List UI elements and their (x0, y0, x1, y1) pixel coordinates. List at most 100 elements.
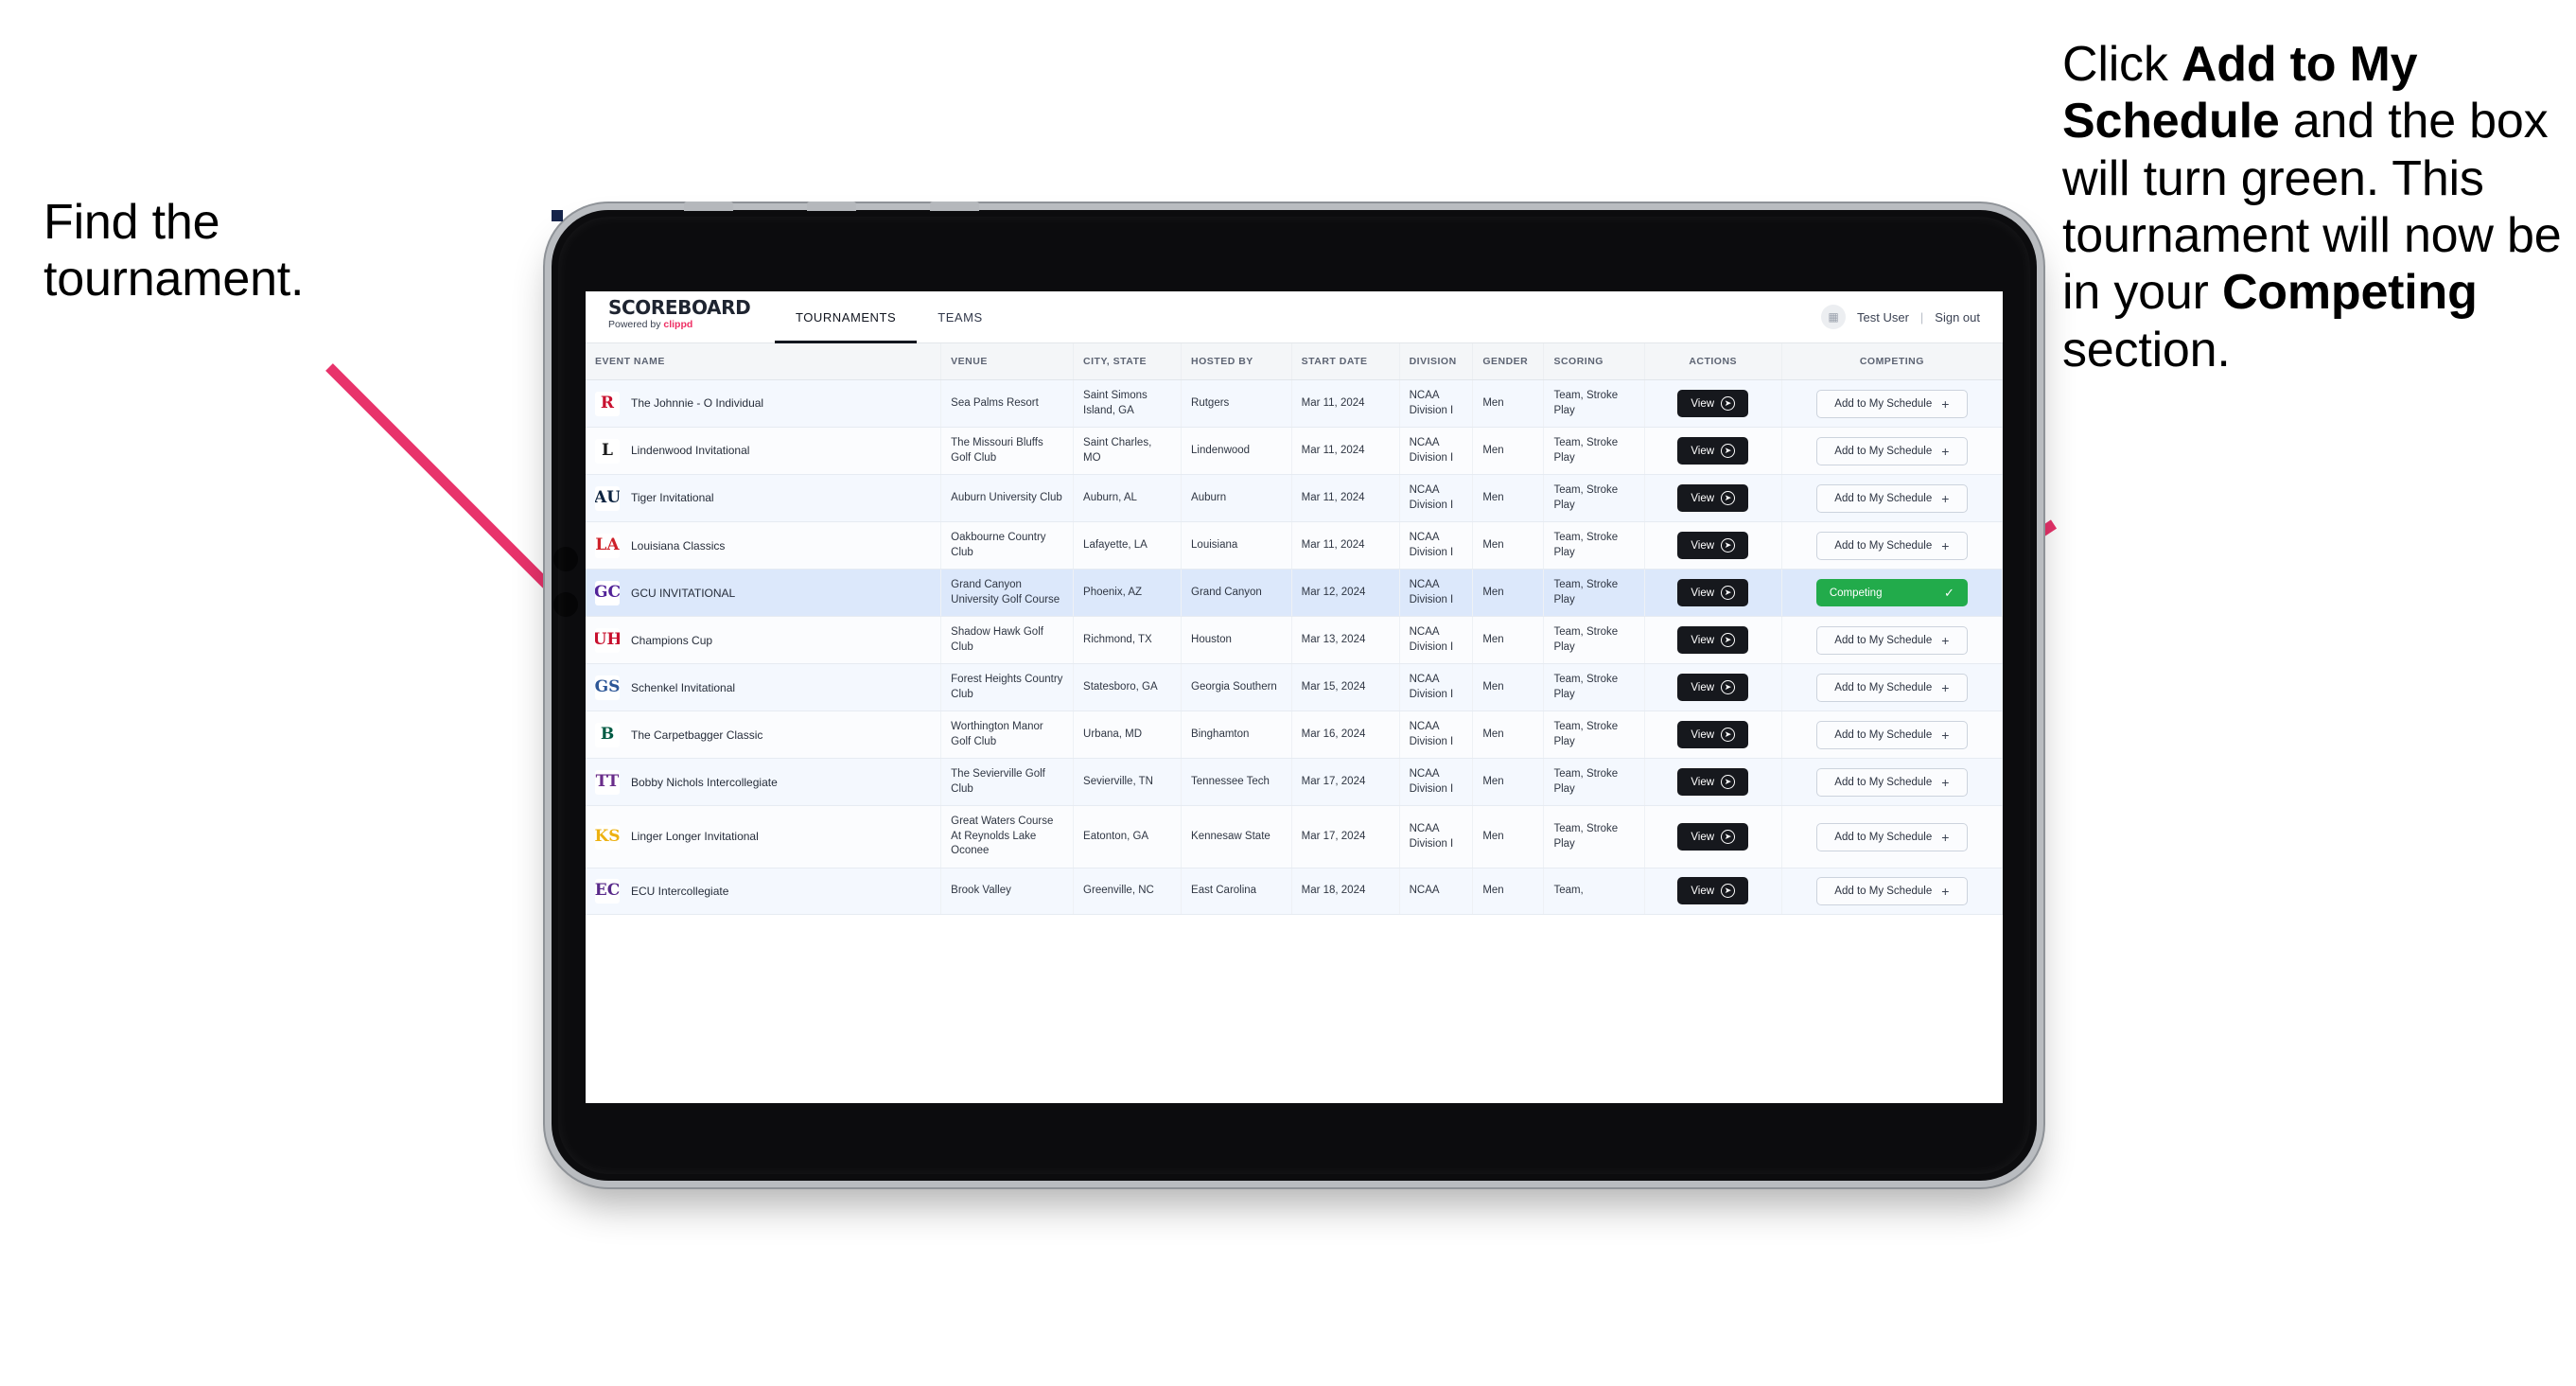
user-tile-icon[interactable]: ▦ (1821, 305, 1846, 329)
view-button[interactable]: View ➤ (1677, 626, 1749, 655)
cell-venue: The Missouri Bluffs Golf Club (940, 427, 1075, 476)
table-row[interactable]: AU Tiger Invitational Auburn University Cl… (586, 474, 2003, 523)
col-actions[interactable]: ACTIONS (1644, 343, 1782, 380)
cell-gender: Men (1472, 427, 1545, 476)
cell-division: NCAA Division I (1399, 758, 1474, 807)
col-start-date[interactable]: START DATE (1291, 343, 1400, 380)
cell-start-date: Mar 13, 2024 (1291, 616, 1400, 665)
cell-event-name: UH Champions Cup (586, 616, 942, 665)
cell-actions: View ➤ (1644, 711, 1782, 760)
cell-hosted-by: Tennessee Tech (1181, 758, 1292, 807)
add-to-my-schedule-button[interactable]: Add to My Schedule + (1815, 767, 1968, 797)
table-row[interactable]: GS Schenkel Invitational Forest Heights Co… (586, 663, 2003, 712)
tab-tournaments[interactable]: TOURNAMENTS (775, 291, 918, 343)
table-row[interactable]: L Lindenwood Invitational The Missouri Blu… (586, 427, 2003, 476)
col-event-name[interactable]: EVENT NAME (586, 343, 942, 380)
table-row[interactable]: R The Johnnie - O Individual Sea Palms Res… (586, 379, 2003, 429)
arrow-right-circle-icon: ➤ (1721, 633, 1736, 648)
brand-logo[interactable]: SCOREBOARD Powered by clippd (586, 291, 775, 342)
arrow-right-circle-icon: ➤ (1721, 884, 1736, 899)
add-to-my-schedule-button[interactable]: Add to My Schedule + (1815, 483, 1968, 513)
table-row[interactable]: KS Linger Longer Invitational Great Waters… (586, 805, 2003, 868)
cell-gender: Men (1472, 805, 1545, 868)
team-logo-icon: KS (595, 824, 620, 850)
cell-actions: View ➤ (1644, 868, 1782, 915)
cell-event-name: R The Johnnie - O Individual (586, 379, 942, 429)
plus-icon: + (1941, 632, 1950, 648)
col-venue[interactable]: VENUE (940, 343, 1075, 380)
add-to-my-schedule-button[interactable]: Add to My Schedule + (1815, 531, 1968, 560)
col-hosted-by[interactable]: HOSTED BY (1181, 343, 1292, 380)
add-to-my-schedule-button[interactable]: Add to My Schedule + (1815, 389, 1968, 418)
cell-competing: Add to My Schedule + (1781, 663, 2003, 712)
col-scoring[interactable]: SCORING (1543, 343, 1645, 380)
table-row[interactable]: TT Bobby Nichols Intercollegiate The Sevie… (586, 758, 2003, 807)
annotation-find-tournament: Find the tournament. (44, 195, 305, 307)
add-to-my-schedule-label: Add to My Schedule (1834, 831, 1933, 843)
add-to-my-schedule-label: Add to My Schedule (1834, 397, 1933, 410)
view-button[interactable]: View ➤ (1677, 877, 1749, 905)
table-body: R The Johnnie - O Individual Sea Palms Res… (586, 379, 2003, 915)
add-to-my-schedule-button[interactable]: Add to My Schedule + (1815, 673, 1968, 702)
col-competing[interactable]: COMPETING (1781, 343, 2003, 380)
add-to-my-schedule-button[interactable]: Add to My Schedule + (1815, 822, 1968, 851)
view-button[interactable]: View ➤ (1677, 532, 1749, 560)
cell-start-date: Mar 17, 2024 (1291, 758, 1400, 807)
arrow-right-circle-icon: ➤ (1721, 680, 1736, 695)
cell-actions: View ➤ (1644, 474, 1782, 523)
tab-tournaments-label: TOURNAMENTS (796, 309, 897, 325)
view-button[interactable]: View ➤ (1677, 823, 1749, 851)
view-button[interactable]: View ➤ (1677, 484, 1749, 513)
plus-icon: + (1941, 774, 1950, 790)
arrow-right-circle-icon: ➤ (1721, 538, 1736, 553)
cell-scoring: Team, Stroke Play (1543, 616, 1645, 665)
col-gender[interactable]: GENDER (1472, 343, 1545, 380)
col-division[interactable]: DIVISION (1399, 343, 1474, 380)
tablet-device-frame: SCOREBOARD Powered by clippd TOURNAMENTS… (552, 202, 2037, 1181)
cell-gender: Men (1472, 379, 1545, 429)
table-row[interactable]: UH Champions Cup Shadow Hawk Golf Club Rich… (586, 616, 2003, 665)
tournaments-table-container[interactable]: EVENT NAME VENUE CITY, STATE HOSTED BY S… (586, 343, 2003, 1103)
view-button[interactable]: View ➤ (1677, 721, 1749, 749)
tab-teams[interactable]: TEAMS (917, 291, 1004, 342)
view-button[interactable]: View ➤ (1677, 674, 1749, 702)
cell-city-state: Saint Charles, MO (1073, 427, 1183, 476)
table-row[interactable]: GC GCU INVITATIONAL Grand Canyon Universit… (586, 569, 2003, 618)
arrow-right-circle-icon: ➤ (1721, 444, 1736, 459)
cell-actions: View ➤ (1644, 521, 1782, 570)
view-button[interactable]: View ➤ (1677, 437, 1749, 465)
tab-teams-label: TEAMS (938, 309, 983, 325)
tablet-top-button-1[interactable] (684, 202, 733, 211)
cell-venue: Brook Valley (940, 868, 1075, 915)
competing-button[interactable]: Competing ✓ (1815, 579, 1968, 607)
add-to-my-schedule-button[interactable]: Add to My Schedule + (1815, 436, 1968, 465)
cell-actions: View ➤ (1644, 569, 1782, 618)
cell-competing: Add to My Schedule + (1781, 379, 2003, 429)
cell-competing: Add to My Schedule + (1781, 868, 2003, 915)
add-to-my-schedule-button[interactable]: Add to My Schedule + (1815, 720, 1968, 749)
volume-down-button[interactable] (553, 592, 578, 617)
annotation-add-to-schedule: Click Add to My Schedule and the box wil… (2062, 36, 2576, 378)
brand-subtitle: Powered by clippd (608, 320, 775, 330)
user-name: Test User (1857, 309, 1909, 325)
table-row[interactable]: LA Louisiana Classics Oakbourne Country Cl… (586, 521, 2003, 570)
table-row[interactable]: B The Carpetbagger Classic Worthington Man… (586, 711, 2003, 760)
view-button[interactable]: View ➤ (1677, 768, 1749, 797)
team-logo-icon: UH (595, 627, 620, 653)
tablet-top-button-2[interactable] (807, 202, 856, 211)
view-button[interactable]: View ➤ (1677, 390, 1749, 418)
arrow-right-circle-icon: ➤ (1721, 586, 1736, 601)
cell-hosted-by: Auburn (1181, 474, 1292, 523)
view-button[interactable]: View ➤ (1677, 579, 1749, 607)
view-button-label: View (1691, 539, 1715, 552)
sign-out-link[interactable]: Sign out (1935, 310, 1980, 325)
volume-up-button[interactable] (553, 547, 578, 571)
cell-hosted-by: Rutgers (1181, 379, 1292, 429)
tablet-top-button-3[interactable] (930, 202, 979, 211)
add-to-my-schedule-button[interactable]: Add to My Schedule + (1815, 625, 1968, 655)
add-to-my-schedule-button[interactable]: Add to My Schedule + (1815, 876, 1968, 905)
cell-event-name: L Lindenwood Invitational (586, 427, 942, 476)
col-city-state[interactable]: CITY, STATE (1073, 343, 1183, 380)
table-row[interactable]: EC ECU Intercollegiate Brook Valley Greenvi… (586, 868, 2003, 915)
cell-actions: View ➤ (1644, 616, 1782, 665)
